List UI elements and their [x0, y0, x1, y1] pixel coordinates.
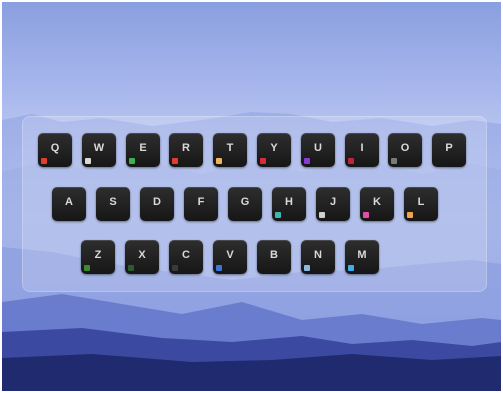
key-label: Y — [270, 142, 278, 154]
key-label: V — [226, 249, 234, 261]
key-t[interactable]: T — [213, 133, 247, 167]
orange-app-icon — [216, 158, 222, 164]
green-app-icon — [84, 265, 90, 271]
key-p[interactable]: P — [432, 133, 466, 167]
light-blue-app-icon — [304, 265, 310, 271]
key-label: F — [197, 196, 205, 208]
key-label: T — [226, 142, 234, 154]
key-r[interactable]: R — [169, 133, 203, 167]
key-n[interactable]: N — [301, 240, 335, 274]
white-app-icon — [319, 212, 325, 218]
key-label: C — [182, 249, 190, 261]
pink-app-icon — [363, 212, 369, 218]
red-check-icon — [172, 158, 178, 164]
cyan-app-icon — [348, 265, 354, 271]
red-app-icon — [41, 158, 47, 164]
blue-app-icon — [216, 265, 222, 271]
key-h[interactable]: H — [272, 187, 306, 221]
key-o[interactable]: O — [388, 133, 422, 167]
key-label: A — [65, 196, 73, 208]
key-k[interactable]: K — [360, 187, 394, 221]
key-label: U — [314, 142, 322, 154]
key-label: E — [139, 142, 147, 154]
purple-app-icon — [304, 158, 310, 164]
key-label: X — [138, 249, 146, 261]
desktop-screen: Q W E R T Y U I O P A S D F G H J K L Z X C V B N M — [2, 2, 501, 391]
key-label: R — [182, 142, 190, 154]
red-app-icon — [260, 158, 266, 164]
key-y[interactable]: Y — [257, 133, 291, 167]
key-label: Z — [94, 249, 102, 261]
key-label: J — [329, 196, 337, 208]
key-label: M — [357, 249, 367, 261]
teal-app-icon — [275, 212, 281, 218]
key-v[interactable]: V — [213, 240, 247, 274]
key-z[interactable]: Z — [81, 240, 115, 274]
key-g[interactable]: G — [228, 187, 262, 221]
key-label: P — [445, 142, 453, 154]
key-b[interactable]: B — [257, 240, 291, 274]
key-label: L — [417, 196, 425, 208]
key-x[interactable]: X — [125, 240, 159, 274]
key-label: N — [314, 249, 322, 261]
gray-app-icon — [391, 158, 397, 164]
key-label: G — [240, 196, 250, 208]
red-app-icon — [348, 158, 354, 164]
key-u[interactable]: U — [301, 133, 335, 167]
key-label: K — [373, 196, 381, 208]
key-label: I — [360, 142, 364, 154]
dark-green-app-icon — [128, 265, 134, 271]
key-l[interactable]: L — [404, 187, 438, 221]
key-q[interactable]: Q — [38, 133, 72, 167]
key-label: S — [109, 196, 117, 208]
key-s[interactable]: S — [96, 187, 130, 221]
key-label: H — [285, 196, 293, 208]
key-label: Q — [50, 142, 60, 154]
key-i[interactable]: I — [345, 133, 379, 167]
key-e[interactable]: E — [126, 133, 160, 167]
key-f[interactable]: F — [184, 187, 218, 221]
key-m[interactable]: M — [345, 240, 379, 274]
key-label: O — [400, 142, 410, 154]
green-app-icon — [129, 158, 135, 164]
key-j[interactable]: J — [316, 187, 350, 221]
key-c[interactable]: C — [169, 240, 203, 274]
orange-app-icon — [407, 212, 413, 218]
key-label: B — [270, 249, 278, 261]
white-app-icon — [85, 158, 91, 164]
key-d[interactable]: D — [140, 187, 174, 221]
key-label: D — [153, 196, 161, 208]
key-label: W — [93, 142, 105, 154]
dark-app-icon — [172, 265, 178, 271]
key-a[interactable]: A — [52, 187, 86, 221]
key-w[interactable]: W — [82, 133, 116, 167]
